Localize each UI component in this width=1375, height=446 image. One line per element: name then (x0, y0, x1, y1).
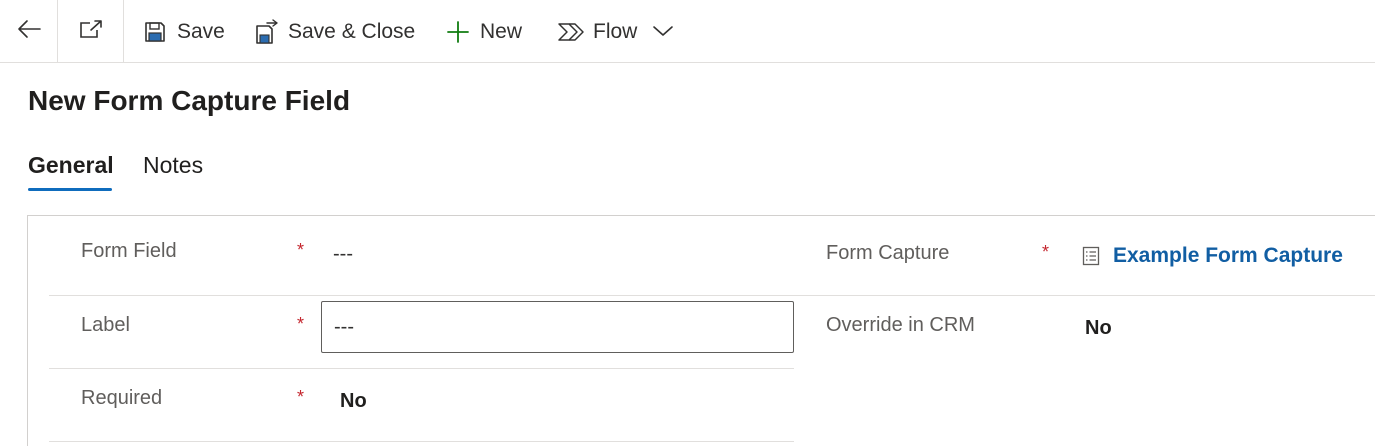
flow-dropdown-button[interactable] (652, 0, 674, 63)
save-button[interactable]: Save (141, 0, 225, 63)
new-label: New (480, 19, 523, 43)
required-field-label: Required (81, 387, 163, 409)
form-capture-link[interactable]: Example Form Capture (1113, 244, 1343, 268)
row-divider (49, 295, 1375, 296)
save-and-close-label: Save & Close (288, 19, 416, 43)
form-capture-label: Form Capture (826, 242, 950, 264)
required-marker: * (297, 240, 305, 260)
record-list-icon (1080, 245, 1102, 267)
open-in-new-window-icon (78, 18, 104, 45)
row-divider (49, 368, 794, 369)
required-value[interactable]: No (340, 390, 367, 413)
override-in-crm-label: Override in CRM (826, 314, 975, 336)
tab-notes[interactable]: Notes (143, 152, 203, 179)
back-button[interactable] (0, 0, 58, 63)
page-title: New Form Capture Field (28, 85, 351, 116)
flow-icon (557, 18, 585, 46)
row-divider (49, 441, 794, 442)
arrow-left-icon (16, 18, 42, 45)
required-marker: * (297, 314, 305, 334)
open-in-new-window-button[interactable] (58, 0, 124, 63)
selected-tab-indicator (28, 188, 112, 191)
form-field-label: Form Field (81, 240, 177, 262)
plus-icon (444, 18, 472, 46)
chevron-down-icon (652, 20, 674, 44)
required-marker: * (297, 387, 305, 407)
command-bar: Save Save & Close New Flow (0, 0, 1375, 63)
save-and-close-icon (252, 18, 280, 46)
form-capture-lookup[interactable]: Example Form Capture (1080, 244, 1343, 268)
save-and-close-button[interactable]: Save & Close (252, 0, 415, 63)
save-icon (141, 18, 169, 46)
override-in-crm-value[interactable]: No (1085, 317, 1112, 340)
flow-label: Flow (593, 19, 638, 43)
form-field-value[interactable]: --- (333, 243, 353, 266)
save-label: Save (177, 19, 225, 43)
label-label: Label (81, 314, 130, 336)
tab-general[interactable]: General (28, 152, 114, 179)
required-marker: * (1042, 242, 1050, 262)
flow-button[interactable]: Flow (557, 0, 637, 63)
label-input[interactable]: --- (321, 301, 794, 353)
new-button[interactable]: New (444, 0, 522, 63)
